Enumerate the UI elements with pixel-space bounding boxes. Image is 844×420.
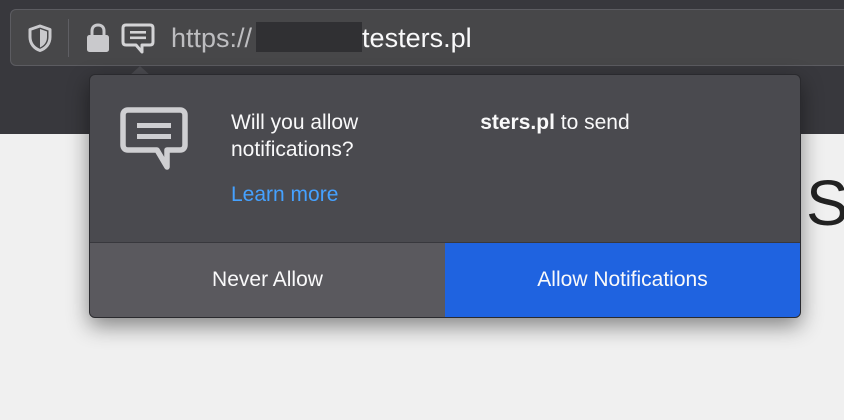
notification-permission-panel: Will you allow sters.pl to send notificat… <box>89 74 801 318</box>
notification-bubble-icon <box>120 107 188 170</box>
notification-permission-icon[interactable] <box>121 23 155 55</box>
message-host: sters.pl <box>480 111 555 134</box>
permission-message-line-2: notifications? <box>231 138 354 161</box>
redacted-url-part <box>256 22 363 52</box>
url-bar[interactable]: https:// testers.pl <box>10 9 844 66</box>
urlbar-separator <box>68 19 69 57</box>
lock-icon[interactable] <box>85 22 111 54</box>
tracking-protection-shield-icon[interactable] <box>27 24 53 52</box>
url-text[interactable]: https:// testers.pl <box>171 21 472 55</box>
page-heading-fragment: S <box>806 167 844 239</box>
permission-message: Will you allow sters.pl to send notificat… <box>231 109 771 163</box>
allow-notifications-button[interactable]: Allow Notifications <box>445 243 800 317</box>
message-prefix: Will you allow <box>231 111 359 134</box>
panel-actions: Never Allow Allow Notifications <box>90 242 800 317</box>
never-allow-button[interactable]: Never Allow <box>90 243 445 317</box>
learn-more-link[interactable]: Learn more <box>231 183 338 207</box>
url-scheme: https:// <box>171 23 253 53</box>
permission-message-line-1: Will you allow sters.pl to send <box>231 109 771 136</box>
url-domain: testers.pl <box>362 23 472 53</box>
message-suffix: to send <box>554 111 630 134</box>
